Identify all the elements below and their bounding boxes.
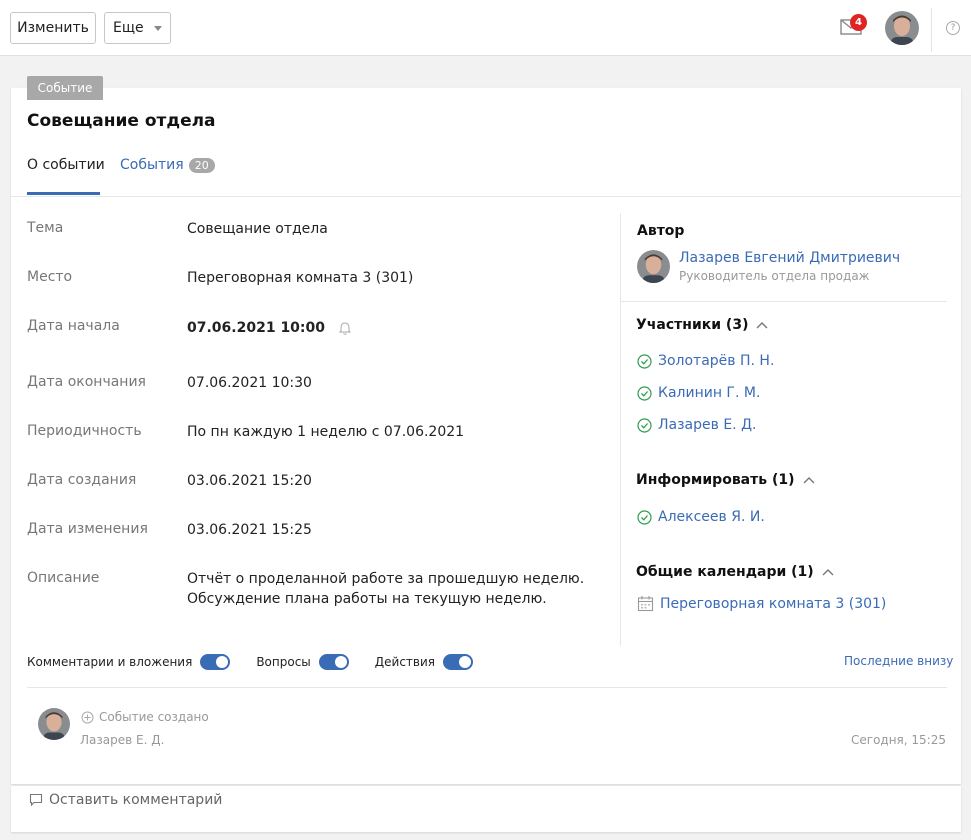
field-value-start: 07.06.2021 10:00 [187,320,326,336]
page-title: Совещание отдела [27,111,216,131]
toggle-questions[interactable]: Вопросы [256,654,349,670]
chevron-up-icon[interactable] [822,568,834,576]
tabs-divider [11,196,961,197]
inform-item[interactable]: Алексеев Я. И. [637,509,765,525]
more-label: Еще [113,20,144,36]
participant-item[interactable]: Калинин Г. М. [637,385,760,401]
field-value-recurrence: По пн каждую 1 неделю с 07.06.2021 [187,424,465,440]
field-label-description: Описание [27,570,100,586]
leave-comment-button[interactable]: Оставить комментарий [29,792,222,808]
tab-events[interactable]: События 20 [120,157,215,173]
field-value-modified: 03.06.2021 15:25 [187,522,312,538]
entity-type-tag: Событие [27,76,103,100]
field-label-subject: Тема [27,220,64,236]
toggle-switch[interactable] [200,654,231,670]
field-value-subject: Совещание отдела [187,221,328,237]
bell-icon[interactable] [339,321,352,335]
feed-event-label: Событие создано [99,710,209,724]
calendar-item[interactable]: Переговорная комната 3 (301) [637,595,886,612]
help-icon[interactable]: ? [946,21,960,35]
toggle-label: Комментарии и вложения [27,655,193,669]
inform-name: Алексеев Я. И. [658,509,765,525]
comment-icon [29,793,43,807]
inform-heading-label: Информировать (1) [636,472,795,488]
participants-heading-label: Участники (3) [636,317,749,333]
feed-author-avatar[interactable] [38,708,70,740]
check-circle-icon [637,353,652,369]
toggle-label: Действия [374,655,436,669]
author-role: Руководитель отдела продаж [679,269,870,283]
participant-name: Калинин Г. М. [658,385,761,401]
feed-divider [27,687,947,688]
field-value-description: Отчёт о проделанной работе за прошедшую … [187,569,584,609]
toggle-switch[interactable] [443,654,474,670]
participant-item[interactable]: Золотарёв П. Н. [637,353,774,369]
toolbar-divider [931,8,932,52]
more-button[interactable]: Еще [104,12,171,44]
sidebar-separator [620,301,947,302]
leave-comment-label: Оставить комментарий [49,792,223,808]
tab-events-label: События [120,157,184,173]
user-avatar[interactable] [885,11,919,45]
chevron-up-icon[interactable] [803,476,815,484]
calendars-heading[interactable]: Общие календари (1) [636,564,834,580]
field-label-place: Место [27,269,73,285]
active-tab-indicator [27,192,100,195]
field-label-end: Дата окончания [27,374,146,390]
toggle-label: Вопросы [256,655,311,669]
description-line: Обсуждение плана работы на текущую недел… [187,591,547,607]
calendar-icon [637,596,654,612]
feed-timestamp: Сегодня, 15:25 [851,733,946,747]
tab-about-event[interactable]: О событии [27,157,105,173]
toggle-actions[interactable]: Действия [374,654,474,670]
author-avatar[interactable] [637,250,670,283]
check-circle-icon [637,509,652,525]
author-heading: Автор [637,223,685,239]
tab-events-count: 20 [188,157,215,173]
field-label-modified: Дата изменения [27,521,148,537]
feed-author-name[interactable]: Лазарев Е. Д. [80,733,164,747]
calendars-heading-label: Общие календари (1) [636,564,814,580]
feed-filter-toggles: Комментарии и вложения Вопросы Действия [27,652,499,672]
event-card [11,88,961,784]
field-value-end: 07.06.2021 10:30 [187,375,312,391]
field-label-created: Дата создания [27,472,137,488]
calendar-name: Переговорная комната 3 (301) [660,595,887,612]
field-label-recurrence: Периодичность [27,423,142,439]
field-label-start: Дата начала [27,318,120,334]
participant-item[interactable]: Лазарев Е. Д. [637,417,756,433]
check-circle-icon [637,385,652,401]
field-value-place: Переговорная комната 3 (301) [187,270,414,286]
notification-badge: 4 [850,14,867,31]
participant-name: Золотарёв П. Н. [658,353,775,369]
field-value-created: 03.06.2021 15:20 [187,473,312,489]
sidebar-divider [620,213,621,646]
field-value-start-row: 07.06.2021 10:00 [187,318,352,338]
edit-button[interactable]: Изменить [10,12,96,44]
author-name-link[interactable]: Лазарев Евгений Дмитриевич [679,250,900,266]
plus-circle-icon [81,711,94,723]
description-line: Отчёт о проделанной работе за прошедшую … [187,571,585,587]
toggle-comments[interactable]: Комментарии и вложения [27,654,231,670]
inform-heading[interactable]: Информировать (1) [636,472,815,488]
participant-name: Лазарев Е. Д. [658,417,757,433]
chevron-up-icon[interactable] [756,321,768,329]
check-circle-icon [637,417,652,433]
sort-order-link[interactable]: Последние внизу [844,654,953,668]
participants-heading[interactable]: Участники (3) [636,317,768,333]
toggle-switch[interactable] [318,654,349,670]
feed-event-text: Событие создано [81,710,209,724]
chevron-down-icon [153,25,162,31]
